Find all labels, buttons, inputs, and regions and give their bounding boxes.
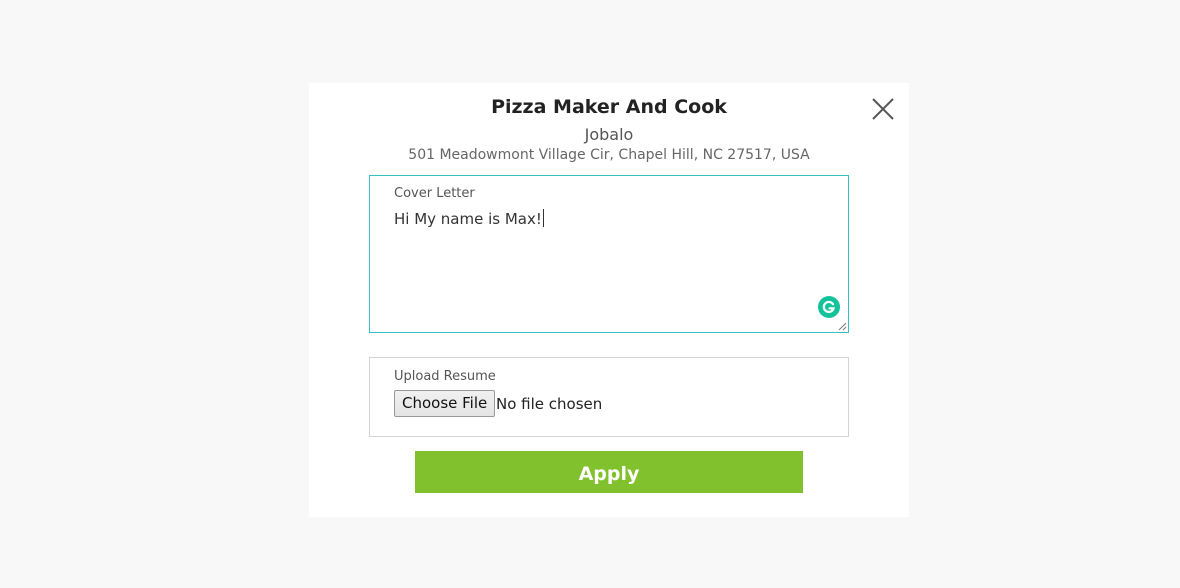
grammarly-icon[interactable] — [818, 296, 840, 318]
job-title: Pizza Maker And Cook — [491, 96, 727, 118]
resize-handle-icon[interactable] — [837, 321, 847, 331]
cover-letter-field[interactable]: Cover Letter Hi My name is Max! — [369, 175, 849, 333]
upload-resume-label: Upload Resume — [394, 369, 496, 384]
upload-resume-field: Upload Resume Choose File No file chosen — [369, 357, 849, 437]
cover-letter-input[interactable]: Hi My name is Max! — [394, 209, 544, 228]
cover-letter-value: Hi My name is Max! — [394, 210, 542, 228]
text-caret — [542, 209, 544, 227]
job-address: 501 Meadowmont Village Cir, Chapel Hill,… — [408, 147, 810, 163]
apply-modal: Pizza Maker And Cook Jobalo 501 Meadowmo… — [309, 83, 909, 517]
file-status: No file chosen — [496, 395, 603, 413]
apply-button[interactable]: Apply — [415, 451, 803, 493]
company-name: Jobalo — [584, 125, 634, 144]
choose-file-button[interactable]: Choose File — [394, 390, 496, 417]
cover-letter-label: Cover Letter — [394, 186, 475, 201]
